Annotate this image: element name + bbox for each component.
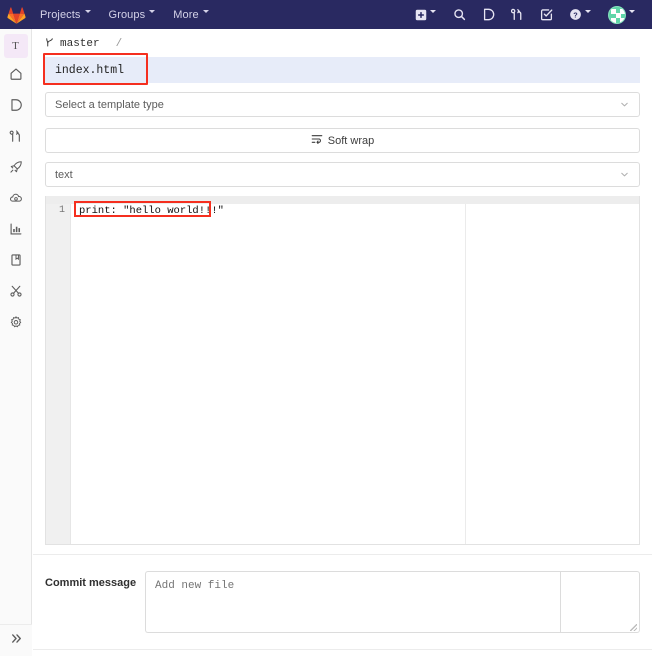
form-actions: Commit changes Cancel — [33, 650, 652, 656]
sidebar-item-issues[interactable] — [0, 89, 32, 120]
chevron-down-icon — [585, 10, 592, 17]
sidebar-item-operations[interactable] — [0, 182, 32, 213]
plus-square-icon — [415, 9, 427, 21]
resize-grip-icon[interactable] — [630, 624, 637, 631]
soft-wrap-label: Soft wrap — [327, 134, 375, 147]
merge-request-icon — [511, 8, 524, 21]
merge-requests-button[interactable] — [503, 0, 532, 29]
gitlab-logo-icon[interactable] — [0, 0, 32, 29]
project-initial: T — [12, 40, 19, 52]
nav-more-label: More — [173, 8, 199, 21]
commit-message-label: Commit message — [45, 577, 137, 589]
chevron-down-icon — [202, 10, 210, 17]
template-type-select[interactable]: Select a template type — [45, 92, 640, 117]
breadcrumb-branch[interactable]: master — [45, 37, 100, 52]
user-menu-button[interactable] — [600, 0, 644, 29]
search-icon — [453, 8, 466, 21]
template-type-value: Select a template type — [55, 98, 164, 111]
rocket-icon — [9, 160, 23, 174]
filename-input[interactable] — [45, 57, 640, 83]
top-navigation-bar: Projects Groups More ? — [0, 0, 652, 29]
breadcrumb-branch-name: master — [60, 38, 100, 50]
nav-projects[interactable]: Projects — [40, 9, 92, 21]
sidebar-item-snippets[interactable] — [0, 275, 32, 306]
branch-icon — [45, 37, 55, 52]
nav-groups-label: Groups — [108, 8, 146, 21]
gear-icon — [9, 315, 23, 329]
chevron-down-icon — [619, 169, 630, 180]
issues-icon — [482, 8, 495, 21]
chevron-down-icon — [149, 10, 156, 17]
editor-print-margin — [465, 204, 466, 544]
new-file-editor-panel: master / Select a template type — [33, 29, 652, 656]
svg-text:?: ? — [573, 10, 578, 19]
nav-groups[interactable]: Groups — [109, 9, 157, 21]
code-area[interactable]: print: "hello world!!!" — [71, 201, 639, 544]
sidebar-item-settings[interactable] — [0, 306, 32, 337]
sidebar-item-merge-requests[interactable] — [0, 120, 32, 151]
issues-icon — [9, 98, 23, 112]
editor-mode-value: text — [55, 168, 73, 181]
help-circle-icon: ? — [569, 8, 582, 21]
editor-gutter: 1 — [46, 204, 71, 544]
nav-projects-label: Projects — [40, 8, 81, 21]
wrap-text-icon — [311, 133, 323, 148]
commit-message-input[interactable] — [145, 571, 560, 633]
sidebar-item-wiki[interactable] — [0, 244, 32, 275]
book-icon — [9, 253, 23, 267]
scissors-icon — [9, 284, 23, 298]
expand-sidebar-button[interactable] — [0, 624, 32, 656]
soft-wrap-button[interactable]: Soft wrap — [45, 128, 640, 153]
sidebar-item-project-overview[interactable] — [0, 58, 32, 89]
project-avatar[interactable]: T — [3, 34, 28, 58]
chart-bar-icon — [9, 222, 23, 236]
new-dropdown-button[interactable] — [407, 0, 445, 29]
commit-message-sidepanel — [560, 571, 640, 633]
avatar — [608, 5, 626, 24]
commit-message-row: Commit message — [33, 555, 652, 633]
todo-checkbox-icon — [540, 8, 553, 21]
primary-nav-links: Projects Groups More — [40, 9, 210, 21]
nav-more[interactable]: More — [173, 9, 209, 21]
code-line-1: print: "hello world!!!" — [79, 205, 224, 217]
cloud-gear-icon — [9, 191, 23, 205]
gitlab-new-file-page: Projects Groups More ? T master / index.… — [0, 0, 652, 656]
top-nav-actions: ? — [407, 0, 652, 29]
editor-top-strip — [46, 196, 639, 204]
filename-row — [43, 53, 640, 85]
chevron-down-icon — [84, 10, 92, 17]
chevron-down-icon — [430, 10, 437, 17]
editor-mode-select[interactable]: text — [45, 162, 640, 187]
home-icon — [9, 67, 23, 81]
chevron-down-icon — [629, 10, 636, 17]
double-chevron-right-icon — [10, 632, 23, 650]
line-number: 1 — [58, 205, 65, 216]
todos-button[interactable] — [532, 0, 561, 29]
merge-request-icon — [9, 129, 23, 143]
issues-button[interactable] — [474, 0, 503, 29]
code-editor[interactable]: 1 print: "hello world!!!" — [45, 196, 640, 545]
sidebar-item-analytics[interactable] — [0, 213, 32, 244]
breadcrumb-separator: / — [115, 38, 123, 50]
sidebar-item-cicd[interactable] — [0, 151, 32, 182]
chevron-down-icon — [619, 99, 630, 110]
project-sidebar: T — [0, 29, 32, 656]
breadcrumb: master / — [33, 29, 652, 55]
help-button[interactable]: ? — [561, 0, 600, 29]
search-button[interactable] — [445, 0, 474, 29]
